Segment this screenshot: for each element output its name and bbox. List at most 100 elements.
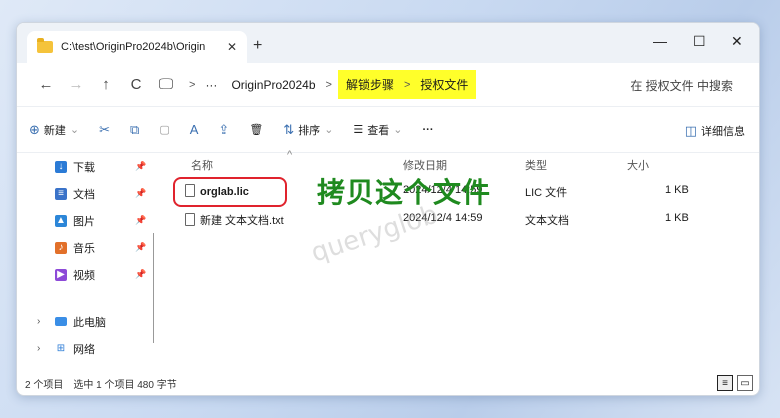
explorer-window: C:\test\OriginPro2024b\Origin ✕ + — ☐ ✕ … — [16, 22, 760, 396]
chevron-down-icon: ⌄ — [393, 124, 403, 136]
new-tab-button[interactable]: + — [253, 37, 262, 55]
pin-icon[interactable]: 📌 — [135, 215, 146, 226]
highlighted-path: 解锁步骤 > 授权文件 — [337, 70, 477, 99]
chevron-down-icon: ⌄ — [69, 124, 80, 136]
selection-info: 选中 1 个项目 480 字节 — [73, 379, 177, 391]
share-icon[interactable]: ⇪ — [218, 122, 229, 138]
column-header-size[interactable]: 大小 — [627, 157, 649, 173]
sidebar-item-quick[interactable]: ↓ 下载 📌 — [17, 153, 157, 180]
refresh-button[interactable]: C — [121, 76, 151, 93]
sidebar-item-label: 图片 — [73, 215, 95, 228]
breadcrumb-license[interactable]: 授权文件 — [420, 76, 468, 93]
column-header-type[interactable]: 类型 — [525, 157, 547, 173]
new-label: 新建 — [43, 124, 66, 137]
breadcrumb-sep-icon: > — [325, 78, 332, 91]
sort-label: 排序 — [298, 124, 321, 137]
sidebar-item-label: 网络 — [73, 343, 95, 356]
chevron-down-icon: ⌄ — [324, 124, 334, 136]
close-window-button[interactable]: ✕ — [731, 33, 743, 50]
details-pane-icon: ◫ — [684, 123, 697, 138]
details-view-icon[interactable]: ≡ — [717, 375, 733, 391]
delete-icon[interactable]: 🗑 — [249, 123, 263, 136]
status-bar: 2 个项目 选中 1 个项目 480 字节 — [17, 371, 759, 395]
view-toggle: ≡ ▭ — [717, 375, 753, 391]
quick-access-icon: ▲ — [55, 214, 67, 227]
maximize-button[interactable]: ☐ — [693, 33, 706, 50]
view-button[interactable]: ☰ 查看 ⌄ — [353, 122, 402, 138]
search-input[interactable]: 在 授权文件 中搜索 — [630, 77, 733, 94]
file-size: 1 KB — [665, 212, 689, 224]
pin-icon[interactable]: 📌 — [135, 161, 146, 172]
sidebar-item-label: 音乐 — [73, 242, 95, 255]
file-name: 新建 文本文档.txt — [185, 212, 284, 228]
file-type: LIC 文件 — [525, 187, 568, 199]
copy-icon[interactable]: ⧉ — [130, 122, 139, 138]
computer-icon — [55, 317, 67, 326]
sidebar-item-label: 文档 — [73, 188, 95, 201]
item-count: 2 个项目 — [25, 379, 64, 391]
pin-icon[interactable]: 📌 — [135, 269, 146, 280]
forward-button[interactable]: → — [61, 76, 91, 93]
navigation-pane: ↓ 下载 📌 ≡ 文档 📌 ▲ 图片 📌 ♪ 音乐 📌 ▶ 视频 📌 › 此电脑 › ⊞ 网络 — [17, 153, 157, 373]
tab-current-folder[interactable]: C:\test\OriginPro2024b\Origin ✕ — [27, 31, 247, 63]
tab-close-icon[interactable]: ✕ — [227, 40, 237, 54]
pin-icon[interactable]: 📌 — [135, 188, 146, 199]
sidebar-item-quick[interactable]: ▶ 视频 📌 — [17, 261, 157, 288]
sidebar-item-quick[interactable]: ♪ 音乐 📌 — [17, 234, 157, 261]
network-icon: ⊞ — [56, 343, 66, 354]
sort-button[interactable]: ⇅ 排序 ⌄ — [283, 122, 333, 138]
minimize-button[interactable]: — — [653, 33, 667, 49]
up-button[interactable]: ↑ — [91, 76, 121, 93]
command-bar: ⊕ 新建 ⌄ ✂ ⧉ ▢ A ⇪ 🗑 ⇅ 排序 ⌄ ☰ 查看 ⌄ ··· ◫ 详… — [17, 107, 759, 153]
address-bar: ← → ↑ C 🖵 > ··· OriginPro2024b > 解锁步骤 > … — [17, 63, 759, 107]
back-button[interactable]: ← — [31, 76, 61, 93]
view-lines-icon: ☰ — [353, 124, 364, 136]
quick-access-icon: ↓ — [55, 160, 67, 173]
sidebar-item-label: 下载 — [73, 161, 95, 174]
file-type: 文本文档 — [525, 215, 569, 227]
folder-icon — [37, 38, 53, 53]
cut-icon[interactable]: ✂ — [99, 122, 110, 138]
chevron-right-icon: › — [37, 316, 41, 327]
breadcrumb-root[interactable]: OriginPro2024b — [227, 76, 319, 94]
sidebar-item-label: 此电脑 — [73, 316, 106, 329]
details-button[interactable]: ◫ 详细信息 — [685, 123, 745, 139]
file-size: 1 KB — [665, 184, 689, 196]
rename-icon[interactable]: A — [190, 122, 199, 137]
sort-indicator-icon: ^ — [287, 149, 293, 161]
file-date: 2024/12/4 14:59 — [403, 212, 483, 224]
breadcrumb-more[interactable]: ··· — [201, 76, 221, 94]
quick-access-icon: ♪ — [55, 241, 67, 254]
title-bar: C:\test\OriginPro2024b\Origin ✕ + — ☐ ✕ — [17, 23, 759, 63]
device-icon[interactable]: 🖵 — [151, 76, 181, 93]
breadcrumb-arrow-icon: > — [189, 78, 196, 91]
new-button[interactable]: ⊕ 新建 ⌄ — [29, 122, 79, 138]
view-label: 查看 — [367, 124, 390, 137]
sidebar-item-quick[interactable]: ▲ 图片 📌 — [17, 207, 157, 234]
file-name: orglab.lic — [185, 184, 249, 198]
table-row[interactable]: 新建 文本文档.txt 2024/12/4 14:59 文本文档 1 KB — [167, 205, 759, 233]
file-list: 名称 ^ 修改日期 类型 大小 orglab.lic 2024/12/4 14:… — [167, 149, 759, 373]
more-button[interactable]: ··· — [423, 124, 434, 136]
breadcrumb: > ··· OriginPro2024b > 解锁步骤 > 授权文件 — [189, 70, 477, 99]
tiles-view-icon[interactable]: ▭ — [737, 375, 753, 391]
breadcrumb-sep-icon: > — [403, 78, 411, 91]
text-file-icon — [185, 213, 195, 226]
column-header-name[interactable]: 名称 — [191, 157, 213, 173]
pane-divider[interactable] — [153, 233, 154, 343]
sort-icon: ⇅ — [283, 121, 295, 137]
sidebar-item-network[interactable]: › ⊞ 网络 — [17, 335, 157, 362]
tab-title: C:\test\OriginPro2024b\Origin — [61, 41, 206, 53]
breadcrumb-step[interactable]: 解锁步骤 — [346, 76, 394, 93]
table-row[interactable]: orglab.lic 2024/12/4 14:59 LIC 文件 1 KB 拷… — [167, 176, 759, 209]
plus-circle-icon: ⊕ — [29, 121, 40, 137]
pin-icon[interactable]: 📌 — [135, 242, 146, 253]
sidebar-item-this-pc[interactable]: › 此电脑 — [17, 308, 157, 335]
sidebar-item-quick[interactable]: ≡ 文档 📌 — [17, 180, 157, 207]
file-icon — [185, 184, 195, 197]
quick-access-icon: ▶ — [55, 268, 67, 281]
paste-icon[interactable]: ▢ — [159, 123, 169, 136]
sidebar-item-label: 视频 — [73, 269, 95, 282]
chevron-right-icon: › — [37, 343, 41, 354]
quick-access-icon: ≡ — [55, 187, 67, 200]
